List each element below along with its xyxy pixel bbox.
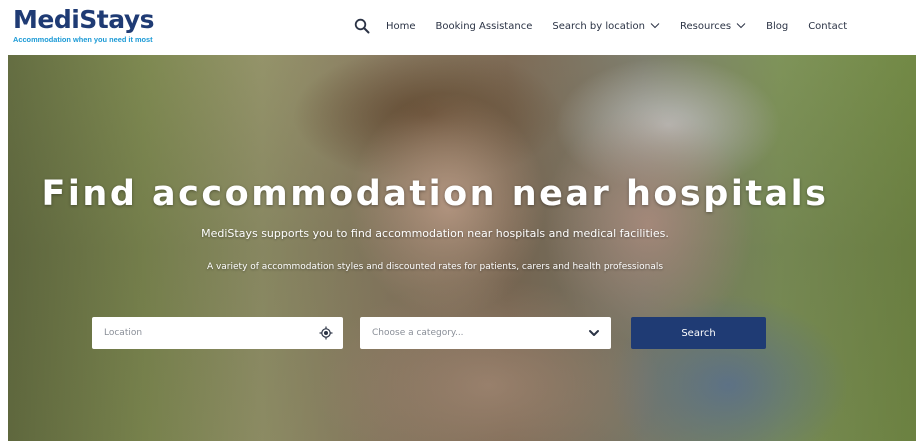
nav-item-home[interactable]: Home bbox=[386, 21, 416, 32]
category-placeholder: Choose a category... bbox=[372, 328, 464, 338]
location-input[interactable]: Location bbox=[92, 317, 343, 349]
site-header: MediStays Accommodation when you need it… bbox=[0, 0, 916, 55]
nav-item-blog[interactable]: Blog bbox=[766, 21, 788, 32]
category-select[interactable]: Choose a category... bbox=[360, 317, 611, 349]
hero-description: A variety of accommodation styles and di… bbox=[206, 262, 664, 272]
nav-item-label: Booking Assistance bbox=[435, 20, 533, 32]
main-nav: Home Booking Assistance Search by locati… bbox=[354, 18, 847, 34]
nav-item-booking-assistance[interactable]: Booking Assistance bbox=[436, 21, 533, 32]
nav-item-label: Home bbox=[386, 20, 416, 32]
nav-item-label: Contact bbox=[808, 20, 848, 32]
nav-item-label: Search by location bbox=[552, 20, 646, 32]
hero-banner: Find accommodation near hospitals MediSt… bbox=[8, 55, 916, 441]
nav-item-label: Resources bbox=[680, 20, 732, 32]
logo[interactable]: MediStays Accommodation when you need it… bbox=[13, 5, 155, 45]
chevron-down-icon bbox=[736, 21, 746, 32]
search-button[interactable]: Search bbox=[631, 317, 766, 349]
nav-item-resources[interactable]: Resources bbox=[680, 21, 746, 32]
logo-title: MediStays bbox=[13, 5, 155, 34]
search-icon[interactable] bbox=[354, 18, 370, 34]
chevron-down-icon bbox=[587, 326, 601, 340]
nav-item-contact[interactable]: Contact bbox=[808, 21, 847, 32]
nav-item-search-by-location[interactable]: Search by location bbox=[552, 21, 660, 32]
hero-title: Find accommodation near hospitals bbox=[41, 174, 829, 214]
hero-image-overlay bbox=[8, 55, 916, 441]
hero-subtitle: MediStays supports you to find accommoda… bbox=[201, 227, 669, 240]
nav-item-label: Blog bbox=[766, 20, 789, 32]
chevron-down-icon bbox=[650, 21, 660, 32]
logo-tagline: Accommodation when you need it most bbox=[13, 35, 153, 44]
locate-icon[interactable] bbox=[319, 326, 333, 340]
location-placeholder: Location bbox=[104, 328, 143, 338]
